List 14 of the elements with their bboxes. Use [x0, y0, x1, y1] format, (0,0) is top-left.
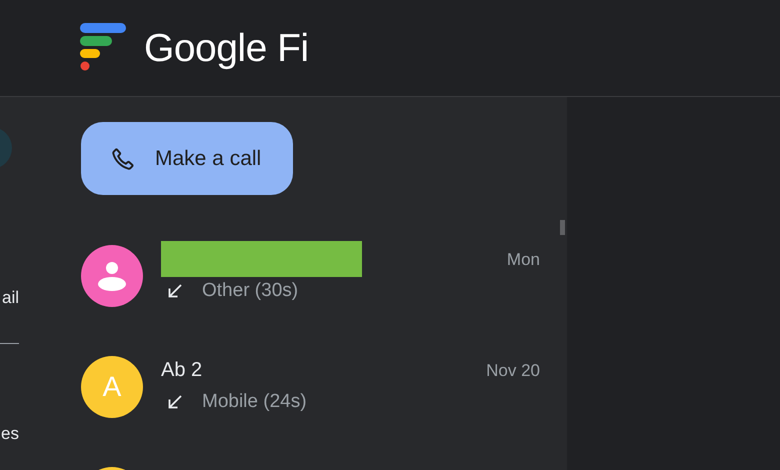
- fi-logo-icon: [80, 23, 127, 73]
- sidebar-label[interactable]: ail: [0, 285, 19, 310]
- call-date: Nov 20: [486, 360, 540, 382]
- person-icon: [97, 260, 127, 292]
- contact-name: Ab 2: [161, 358, 204, 383]
- call-detail: Other (30s): [202, 279, 298, 303]
- call-detail: Mobile (24s): [202, 390, 307, 414]
- make-call-button[interactable]: Make a call: [81, 122, 293, 195]
- phone-icon: [110, 146, 136, 172]
- call-date: Mon: [506, 249, 540, 271]
- contact-avatar: A: [81, 356, 143, 418]
- product-name: Google Fi: [144, 28, 309, 68]
- sidebar-label[interactable]: es: [0, 421, 19, 446]
- scrollbar-thumb[interactable]: [560, 220, 565, 235]
